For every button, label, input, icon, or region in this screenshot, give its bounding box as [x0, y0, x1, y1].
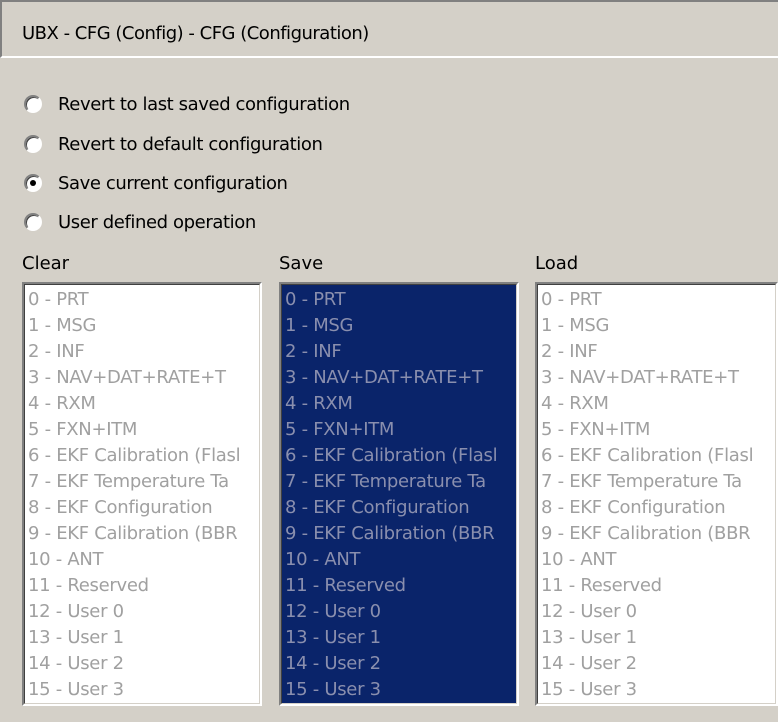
save-list-item[interactable]: 14 - User 2 — [285, 651, 497, 677]
radio-label: User defined operation — [58, 211, 256, 233]
load-list-item[interactable]: 9 - EKF Calibration (BBR — [541, 521, 753, 547]
title-panel: UBX - CFG (Config) - CFG (Configuration) — [0, 0, 778, 58]
clear-list-item[interactable]: 0 - PRT — [28, 287, 240, 313]
load-listbox-area: 0 - PRT 1 - MSG 2 - INF 3 - NAV+DAT+RATE+T 4… — [537, 284, 776, 704]
clear-list-item[interactable]: 6 - EKF Calibration (Flasl — [28, 443, 241, 469]
save-list-item[interactable]: 7 - EKF Temperature Ta — [285, 469, 497, 495]
save-list-item[interactable]: 0 - PRT — [285, 287, 497, 313]
load-list-item[interactable]: 5 - FXN+ITM — [541, 417, 753, 443]
radio-revert-default[interactable]: Revert to default configuration — [24, 131, 323, 157]
clear-list-item[interactable]: 14 - User 2 — [28, 651, 240, 677]
radio-button-icon[interactable] — [24, 213, 42, 231]
load-list-item[interactable]: 2 - INF — [541, 339, 753, 365]
load-list-item[interactable]: 3 - NAV+DAT+RATE+T — [541, 365, 753, 391]
save-list-item[interactable]: 11 - Reserved — [285, 573, 497, 599]
save-list-item[interactable]: 10 - ANT — [285, 547, 497, 573]
save-listbox[interactable]: 0 - PRT 1 - MSG 2 - INF 3 - NAV+DAT+RATE+T 4… — [279, 282, 519, 706]
radio-label: Save current configuration — [58, 172, 288, 194]
save-list-item[interactable]: 2 - INF — [285, 339, 497, 365]
clear-list-item[interactable]: 7 - EKF Temperature Ta — [28, 469, 240, 495]
clear-list-item[interactable]: 9 - EKF Calibration (BBR — [28, 521, 240, 547]
save-list-items: 0 - PRT 1 - MSG 2 - INF 3 - NAV+DAT+RATE+T 4… — [285, 287, 498, 703]
clear-list-item[interactable]: 5 - FXN+ITM — [28, 417, 240, 443]
radio-button-icon[interactable] — [24, 135, 42, 153]
clear-list-item[interactable]: 12 - User 0 — [28, 599, 240, 625]
load-list-item[interactable]: 1 - MSG — [541, 313, 753, 339]
radio-button-checked-icon[interactable] — [24, 174, 42, 192]
clear-list-item[interactable]: 11 - Reserved — [28, 573, 240, 599]
save-list-item[interactable]: 12 - User 0 — [285, 599, 497, 625]
radio-label: Revert to default configuration — [58, 133, 323, 155]
save-listbox-area: 0 - PRT 1 - MSG 2 - INF 3 - NAV+DAT+RATE+T 4… — [281, 284, 517, 704]
clear-listbox-area: 0 - PRT 1 - MSG 2 - INF 3 - NAV+DAT+RATE+T 4… — [24, 284, 260, 704]
load-list-item[interactable]: 12 - User 0 — [541, 599, 753, 625]
load-list-label: Load — [535, 253, 579, 274]
load-list-item[interactable]: 13 - User 1 — [541, 625, 753, 651]
radio-revert-last-saved[interactable]: Revert to last saved configuration — [24, 91, 350, 117]
clear-list-item[interactable]: 2 - INF — [28, 339, 240, 365]
save-list-item[interactable]: 8 - EKF Configuration — [285, 495, 497, 521]
radio-dot-icon — [30, 180, 36, 186]
load-list-items: 0 - PRT 1 - MSG 2 - INF 3 - NAV+DAT+RATE+T 4… — [541, 287, 754, 703]
save-list-item[interactable]: 4 - RXM — [285, 391, 497, 417]
load-list-item[interactable]: 7 - EKF Temperature Ta — [541, 469, 753, 495]
clear-list-item[interactable]: 8 - EKF Configuration — [28, 495, 240, 521]
load-listbox[interactable]: 0 - PRT 1 - MSG 2 - INF 3 - NAV+DAT+RATE+T 4… — [535, 282, 778, 706]
load-list-item[interactable]: 10 - ANT — [541, 547, 753, 573]
save-list-item[interactable]: 9 - EKF Calibration (BBR — [285, 521, 497, 547]
load-list-item[interactable]: 11 - Reserved — [541, 573, 753, 599]
radio-user-defined[interactable]: User defined operation — [24, 209, 256, 235]
radio-button-icon[interactable] — [24, 95, 42, 113]
save-list-item[interactable]: 1 - MSG — [285, 313, 497, 339]
clear-list-item[interactable]: 1 - MSG — [28, 313, 240, 339]
clear-listbox[interactable]: 0 - PRT 1 - MSG 2 - INF 3 - NAV+DAT+RATE+T 4… — [22, 282, 262, 706]
load-list-item[interactable]: 6 - EKF Calibration (Flasl — [541, 443, 754, 469]
save-list-item[interactable]: 6 - EKF Calibration (Flasl — [285, 443, 498, 469]
page-title: UBX - CFG (Config) - CFG (Configuration) — [22, 23, 369, 44]
clear-list-items: 0 - PRT 1 - MSG 2 - INF 3 - NAV+DAT+RATE+T 4… — [28, 287, 241, 703]
clear-list-label: Clear — [22, 253, 70, 274]
clear-list-item[interactable]: 15 - User 3 — [28, 677, 240, 703]
load-list-item[interactable]: 14 - User 2 — [541, 651, 753, 677]
save-list-item[interactable]: 3 - NAV+DAT+RATE+T — [285, 365, 497, 391]
load-list-item[interactable]: 15 - User 3 — [541, 677, 753, 703]
load-list-item[interactable]: 4 - RXM — [541, 391, 753, 417]
save-list-item[interactable]: 5 - FXN+ITM — [285, 417, 497, 443]
radio-save-current[interactable]: Save current configuration — [24, 170, 288, 196]
clear-list-item[interactable]: 4 - RXM — [28, 391, 240, 417]
load-list-item[interactable]: 8 - EKF Configuration — [541, 495, 753, 521]
save-list-item[interactable]: 13 - User 1 — [285, 625, 497, 651]
load-list-item[interactable]: 0 - PRT — [541, 287, 753, 313]
save-list-item[interactable]: 15 - User 3 — [285, 677, 497, 703]
clear-list-item[interactable]: 10 - ANT — [28, 547, 240, 573]
clear-list-item[interactable]: 3 - NAV+DAT+RATE+T — [28, 365, 240, 391]
save-list-label: Save — [279, 253, 324, 274]
radio-label: Revert to last saved configuration — [58, 93, 350, 115]
clear-list-item[interactable]: 13 - User 1 — [28, 625, 240, 651]
